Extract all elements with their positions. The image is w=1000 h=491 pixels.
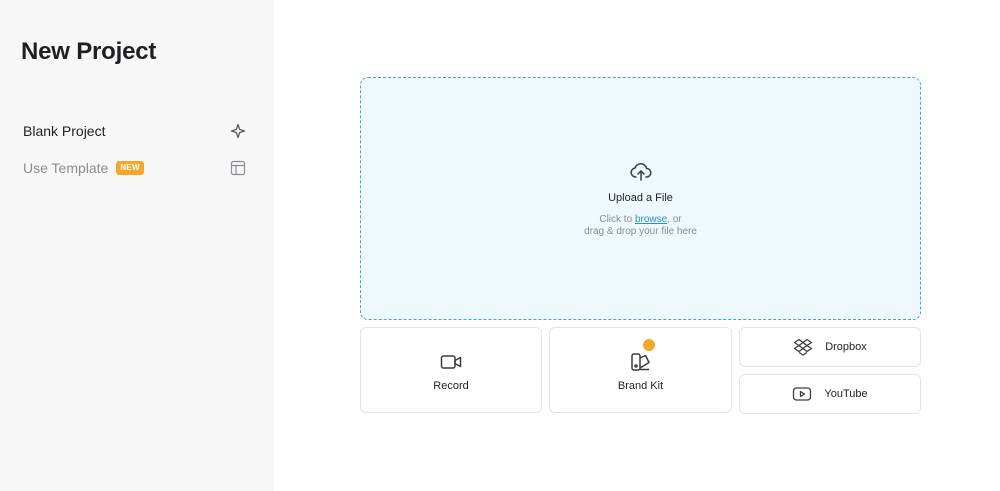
brand-kit-label: Brand Kit	[617, 380, 664, 392]
sparkle-icon	[230, 123, 246, 139]
youtube-row: YouTube	[740, 375, 920, 413]
upload-hint-prefix: Click to	[599, 214, 633, 225]
browse-link[interactable]: browse	[635, 214, 667, 225]
upload-dropzone[interactable]: Upload a File Click to browse, or drag &…	[360, 77, 921, 320]
new-badge: NEW	[116, 161, 144, 175]
upload-hint: Click to browse, or drag & drop your fil…	[361, 214, 920, 238]
video-camera-icon	[440, 355, 462, 369]
dropbox-row: Dropbox	[740, 328, 920, 366]
youtube-label: YouTube	[824, 388, 868, 400]
upload-hint-line2: drag & drop your file here	[584, 226, 697, 237]
dropbox-icon	[794, 338, 813, 356]
page-title: New Project	[21, 38, 157, 65]
sidebar: New Project Blank Project Use Template N…	[0, 0, 274, 491]
record-label: Record	[433, 380, 469, 392]
sidebar-item-use-template[interactable]: Use Template NEW	[12, 152, 258, 184]
cloud-upload-icon	[630, 163, 652, 181]
youtube-button[interactable]: YouTube	[739, 374, 921, 414]
sidebar-item-blank-project[interactable]: Blank Project	[12, 115, 258, 147]
layout-icon	[230, 160, 246, 176]
dropbox-button[interactable]: Dropbox	[739, 327, 921, 367]
sidebar-item-label: Use Template	[23, 160, 109, 176]
brand-kit-button[interactable]: Brand Kit	[549, 327, 732, 413]
upload-hint-suffix: , or	[667, 214, 682, 225]
record-button[interactable]: Record	[360, 327, 542, 413]
crown-icon	[641, 337, 657, 353]
upload-title: Upload a File	[608, 192, 673, 204]
dropbox-label: Dropbox	[825, 341, 867, 353]
brand-kit-icon	[630, 353, 650, 371]
youtube-icon	[793, 387, 812, 401]
sidebar-item-label: Blank Project	[23, 123, 106, 139]
